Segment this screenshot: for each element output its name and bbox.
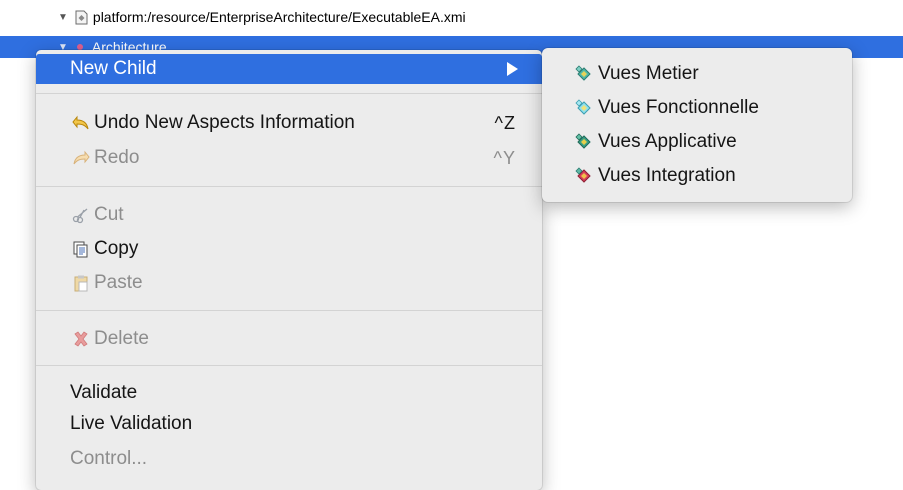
menu-separator [36, 310, 542, 311]
scissors-icon [72, 208, 88, 224]
delete-x-icon [74, 331, 88, 347]
cut-menu-item[interactable]: Cut [36, 200, 542, 230]
copy-menu-item[interactable]: Copy [36, 234, 542, 264]
undo-icon [72, 115, 89, 130]
submenu-label: Vues Integration [598, 165, 736, 186]
redo-shortcut: ^Y [493, 147, 516, 168]
context-menu: New Child Undo New Aspects Information ^… [36, 50, 542, 490]
live-validation-menu-item[interactable]: Live Validation [36, 409, 542, 439]
submenu-label: Vues Applicative [598, 131, 737, 152]
vues-metier-icon [575, 65, 591, 81]
control-label: Control... [70, 448, 148, 469]
undo-menu-item[interactable]: Undo New Aspects Information ^Z [36, 108, 542, 138]
new-child-menu-item[interactable]: New Child [36, 54, 542, 84]
vues-fonctionnelle-icon [575, 99, 591, 115]
delete-label: Delete [94, 328, 149, 349]
delete-menu-item[interactable]: Delete [36, 324, 542, 354]
validate-menu-item[interactable]: Validate [36, 378, 542, 408]
control-menu-item[interactable]: Control... [36, 444, 542, 474]
new-child-label: New Child [70, 58, 157, 79]
expand-triangle-icon[interactable]: ▼ [58, 12, 68, 23]
new-child-submenu: Vues Metier Vues Fonctionnelle Vues Appl… [542, 48, 852, 202]
submenu-item-vues-metier[interactable]: Vues Metier [542, 58, 852, 90]
cut-label: Cut [94, 204, 124, 225]
copy-icon [73, 241, 88, 258]
menu-separator [36, 186, 542, 187]
submenu-arrow-icon [507, 62, 518, 76]
tree-root-label: platform:/resource/EnterpriseArchitectur… [92, 9, 466, 25]
paste-label: Paste [94, 272, 143, 293]
undo-label: Undo New Aspects Information [94, 112, 355, 133]
redo-icon [73, 150, 90, 165]
redo-label: Redo [94, 147, 140, 168]
xmi-resource-icon [75, 10, 88, 24]
clipboard-icon [74, 275, 88, 292]
copy-label: Copy [94, 238, 139, 259]
vues-integration-icon [575, 167, 591, 183]
redo-menu-item[interactable]: Redo ^Y [36, 143, 542, 173]
submenu-item-vues-applicative[interactable]: Vues Applicative [542, 126, 852, 158]
submenu-item-vues-fonctionnelle[interactable]: Vues Fonctionnelle [542, 92, 852, 124]
submenu-label: Vues Metier [598, 63, 699, 84]
menu-separator [36, 365, 542, 366]
tree-root-row[interactable]: ▼ platform:/resource/EnterpriseArchitect… [0, 6, 903, 28]
submenu-item-vues-integration[interactable]: Vues Integration [542, 160, 852, 192]
paste-menu-item[interactable]: Paste [36, 268, 542, 298]
submenu-label: Vues Fonctionnelle [598, 97, 759, 118]
live-validation-label: Live Validation [70, 413, 193, 434]
validate-label: Validate [70, 382, 138, 403]
undo-shortcut: ^Z [494, 112, 516, 133]
menu-separator [36, 93, 542, 94]
vues-applicative-icon [575, 133, 591, 149]
